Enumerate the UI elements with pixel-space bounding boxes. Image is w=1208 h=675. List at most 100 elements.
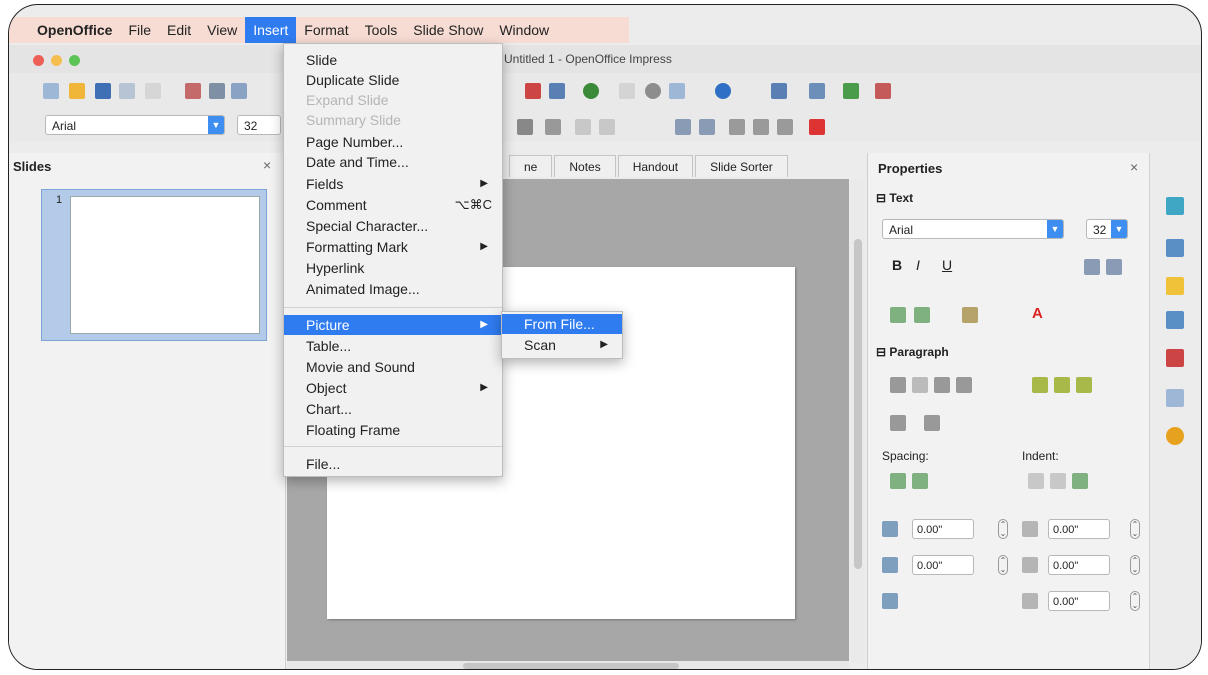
vertical-scrollbar[interactable]	[851, 179, 865, 663]
styles-deck-icon[interactable]	[1166, 389, 1184, 407]
after-text-indent-field[interactable]: 0.00"	[1048, 555, 1110, 575]
close-icon[interactable]: ×	[1130, 159, 1138, 175]
menu-item-scan[interactable]: Scan ▶	[502, 335, 622, 355]
custom-animation-deck-icon[interactable]	[1166, 277, 1184, 295]
before-text-indent-stepper[interactable]: ⌃ ⌄	[1130, 519, 1140, 539]
decrease-indent-icon[interactable]	[1028, 473, 1044, 489]
menu-item-chart[interactable]: Chart...	[284, 399, 502, 419]
menu-item-duplicate-slide[interactable]: Duplicate Slide	[284, 70, 502, 90]
above-spacing-field[interactable]: 0.00"	[912, 519, 974, 539]
justify-icon[interactable]	[956, 377, 972, 393]
menu-item-comment[interactable]: Comment ⌥⌘C	[284, 195, 502, 215]
increase-indent-icon[interactable]	[1050, 473, 1066, 489]
navigator-deck-icon[interactable]	[1166, 427, 1184, 445]
menu-item-special-character[interactable]: Special Character...	[284, 216, 502, 236]
valign-bottom-icon[interactable]	[1076, 377, 1092, 393]
tab-notes[interactable]: Notes	[554, 155, 616, 177]
menu-item-page-number[interactable]: Page Number...	[284, 132, 502, 152]
slide-thumbnail-selection[interactable]: 1	[41, 189, 267, 341]
menu-insert[interactable]: Insert	[245, 17, 297, 43]
minimize-window-button[interactable]	[51, 55, 62, 66]
bold-button[interactable]: B	[892, 257, 902, 273]
chevron-down-icon[interactable]: ▼	[208, 116, 224, 134]
chart-icon[interactable]	[525, 83, 541, 99]
align-left-icon[interactable]	[890, 377, 906, 393]
character-icon[interactable]	[729, 119, 745, 135]
menu-file[interactable]: File	[120, 17, 159, 43]
horizontal-scroll-thumb[interactable]	[463, 663, 679, 669]
below-spacing-stepper[interactable]: ⌃ ⌄	[998, 555, 1008, 575]
menu-item-picture[interactable]: Picture ▶	[284, 315, 502, 335]
vertical-scroll-thumb[interactable]	[854, 239, 862, 569]
after-text-indent-stepper[interactable]: ⌃ ⌄	[1130, 555, 1140, 575]
menu-edit[interactable]: Edit	[159, 17, 199, 43]
properties-deck-icon[interactable]	[1166, 197, 1184, 215]
increase-indent-icon[interactable]	[599, 119, 615, 135]
decrease-spacing-icon[interactable]	[912, 473, 928, 489]
italic-button[interactable]: I	[916, 257, 920, 273]
sidebar-font-size-dropdown[interactable]: 32 ▼	[1086, 219, 1128, 239]
decrease-indent-icon[interactable]	[575, 119, 591, 135]
slide-show-icon[interactable]	[875, 83, 891, 99]
font-size-field[interactable]: 32	[237, 115, 281, 135]
bullets-icon[interactable]	[890, 415, 906, 431]
first-line-indent-field[interactable]: 0.00"	[1048, 591, 1110, 611]
align-center-icon[interactable]	[912, 377, 928, 393]
slide-design-icon[interactable]	[843, 83, 859, 99]
tab-handout[interactable]: Handout	[617, 155, 694, 177]
menu-item-date-and-time[interactable]: Date and Time...	[284, 152, 502, 172]
below-spacing-field[interactable]: 0.00"	[912, 555, 974, 575]
sidebar-font-name-dropdown[interactable]: Arial ▼	[882, 219, 1064, 239]
slide-transition-deck-icon[interactable]	[1166, 311, 1184, 329]
zoom-window-button[interactable]	[69, 55, 80, 66]
print-icon[interactable]	[209, 83, 225, 99]
templates-icon[interactable]	[69, 83, 85, 99]
decrease-font-icon[interactable]	[1106, 259, 1122, 275]
list-icon[interactable]	[545, 119, 561, 135]
slide-thumbnail[interactable]	[70, 196, 260, 334]
tab-slide-sorter[interactable]: Slide Sorter	[695, 155, 788, 177]
before-text-indent-field[interactable]: 0.00"	[1048, 519, 1110, 539]
tab-outline[interactable]: ne	[509, 155, 553, 177]
menu-item-animated-image[interactable]: Animated Image...	[284, 279, 502, 299]
zoom-icon[interactable]	[669, 83, 685, 99]
font-color-icon[interactable]	[809, 119, 825, 135]
superscript-icon[interactable]	[890, 307, 906, 323]
chevron-down-icon[interactable]: ▼	[1047, 220, 1063, 238]
subscript-icon[interactable]	[914, 307, 930, 323]
menu-tools[interactable]: Tools	[357, 17, 406, 43]
menu-item-hyperlink[interactable]: Hyperlink	[284, 258, 502, 278]
menu-item-formatting-mark[interactable]: Formatting Mark ▶	[284, 237, 502, 257]
close-icon[interactable]: ×	[263, 157, 271, 173]
numbering-icon[interactable]	[924, 415, 940, 431]
paragraph-section-title[interactable]: ⊟ Paragraph	[876, 345, 949, 359]
menu-window[interactable]: Window	[491, 17, 557, 43]
menu-format[interactable]: Format	[296, 17, 356, 43]
export-pdf-icon[interactable]	[185, 83, 201, 99]
grid-icon[interactable]	[619, 83, 635, 99]
close-window-button[interactable]	[33, 55, 44, 66]
table-icon[interactable]	[549, 83, 565, 99]
menu-item-fields[interactable]: Fields ▶	[284, 174, 502, 194]
paragraph-icon[interactable]	[753, 119, 769, 135]
increase-spacing-icon[interactable]	[890, 473, 906, 489]
draw-functions-icon[interactable]	[645, 83, 661, 99]
font-name-dropdown[interactable]: Arial ▼	[45, 115, 225, 135]
menu-item-movie-and-sound[interactable]: Movie and Sound	[284, 357, 502, 377]
menu-app[interactable]: OpenOffice	[9, 17, 120, 43]
text-section-title[interactable]: ⊟ Text	[876, 191, 913, 205]
increase-font-icon[interactable]	[675, 119, 691, 135]
menu-item-slide[interactable]: Slide	[284, 50, 502, 70]
spellcheck-icon[interactable]	[231, 83, 247, 99]
horizontal-scrollbar[interactable]	[287, 661, 849, 669]
menu-slide-show[interactable]: Slide Show	[405, 17, 491, 43]
font-color-button[interactable]: A	[1032, 305, 1043, 322]
chevron-down-icon[interactable]: ▼	[1111, 220, 1127, 238]
menu-item-table[interactable]: Table...	[284, 336, 502, 356]
new-icon[interactable]	[43, 83, 59, 99]
underline-button[interactable]: U	[942, 257, 952, 273]
display-views-icon[interactable]	[771, 83, 787, 99]
email-icon[interactable]	[119, 83, 135, 99]
edit-file-icon[interactable]	[145, 83, 161, 99]
menu-item-file[interactable]: File...	[284, 454, 502, 474]
